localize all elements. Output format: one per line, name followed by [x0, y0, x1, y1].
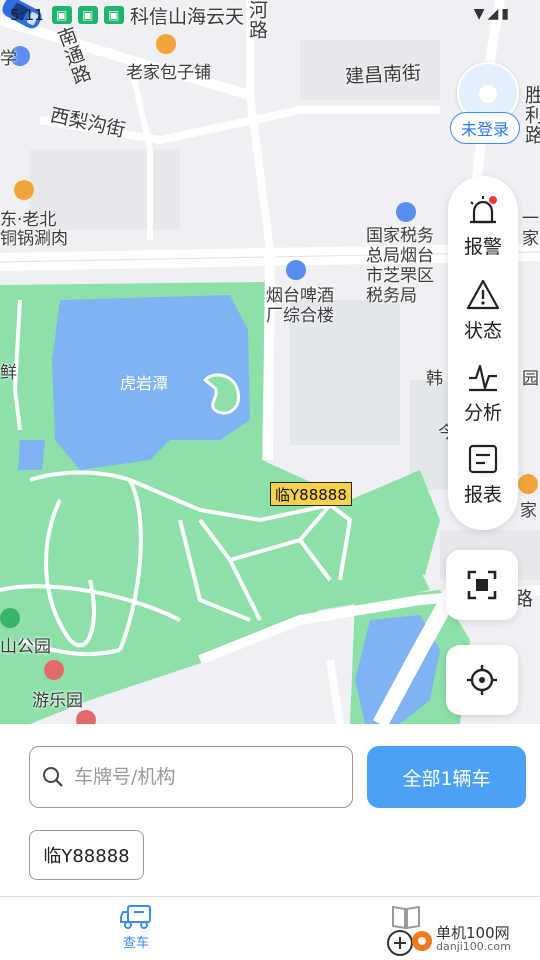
tabbar-divider [0, 896, 540, 897]
watermark-logo-icon [387, 930, 432, 956]
map-label-xue: 学 [0, 49, 17, 69]
map-label-jianchang: 建昌南街 [344, 62, 422, 88]
analysis-label: 分析 [463, 402, 502, 424]
map-label-youleyuan: 游乐园 [32, 691, 83, 711]
tab-vehicle[interactable]: 查车 [96, 904, 176, 951]
map-label-jia2: 家 [520, 501, 537, 521]
watermark-domain: danji100.com [436, 940, 511, 954]
status-time: 5:11 [10, 6, 44, 24]
status-label: 状态 [463, 320, 502, 342]
map-label-tax-bureau: 国家税务总局烟台市芝罘区税务局 [366, 226, 434, 306]
all-vehicles-button[interactable]: 全部1辆车 [367, 746, 526, 808]
map-label-shan-gongyuan: 山公园 [0, 637, 51, 657]
report-label: 报表 [463, 484, 502, 506]
alarm-icon [470, 196, 497, 224]
map-label-tongguo: 铜锅涮肉 [0, 229, 68, 249]
locate-button[interactable] [446, 645, 518, 715]
report-button[interactable]: 报表 [448, 442, 518, 518]
plate-chip[interactable]: 临Y88888 [29, 830, 144, 880]
truck-icon [120, 905, 151, 929]
locate-icon [467, 665, 497, 695]
status-bar: 5:11 ▣ ▣ ▣ ▼◢▮ [0, 0, 540, 30]
vehicle-plate-label[interactable]: 临Y88888 [270, 482, 352, 506]
warning-icon [466, 279, 500, 310]
alarm-button[interactable]: 报警 [448, 194, 518, 270]
login-button[interactable]: 未登录 [450, 112, 520, 144]
tab-vehicle-label: 查车 [122, 936, 149, 951]
map-label-shengli-lu: 胜利路 [522, 85, 540, 145]
search-box[interactable] [29, 746, 353, 808]
map-label-jia: 家 [522, 229, 539, 249]
alarm-label: 报警 [463, 236, 502, 258]
map-label-han: 韩 [426, 369, 443, 389]
pulse-chart-icon [469, 364, 497, 392]
search-icon [43, 767, 63, 787]
fit-view-button[interactable] [446, 550, 518, 620]
system-status-icons: ▼◢▮ [473, 6, 512, 22]
map-label-xian: 鲜 [0, 363, 17, 383]
map-label-brewery: 烟台啤酒厂综合楼 [266, 286, 334, 326]
car-notification-icon: ▣ [103, 6, 124, 24]
side-function-panel: 报警 状态 分析 报表 [448, 176, 518, 530]
status-button[interactable]: 状态 [448, 278, 518, 354]
report-icon [468, 444, 498, 474]
map-label-yuan: 园 [522, 369, 539, 389]
fullscreen-icon [467, 570, 497, 600]
search-input[interactable] [72, 765, 326, 789]
analysis-button[interactable]: 分析 [448, 360, 518, 436]
map-label-baozipu: 老家包子铺 [126, 63, 211, 83]
car-notification-icon: ▣ [77, 6, 98, 24]
car-notification-icon: ▣ [51, 6, 72, 24]
map-label-huyantan: 虎岩潭 [120, 374, 169, 393]
watermark-name: 单机100网 [436, 923, 510, 942]
watermark: 单机100网 danji100.com [386, 918, 540, 960]
